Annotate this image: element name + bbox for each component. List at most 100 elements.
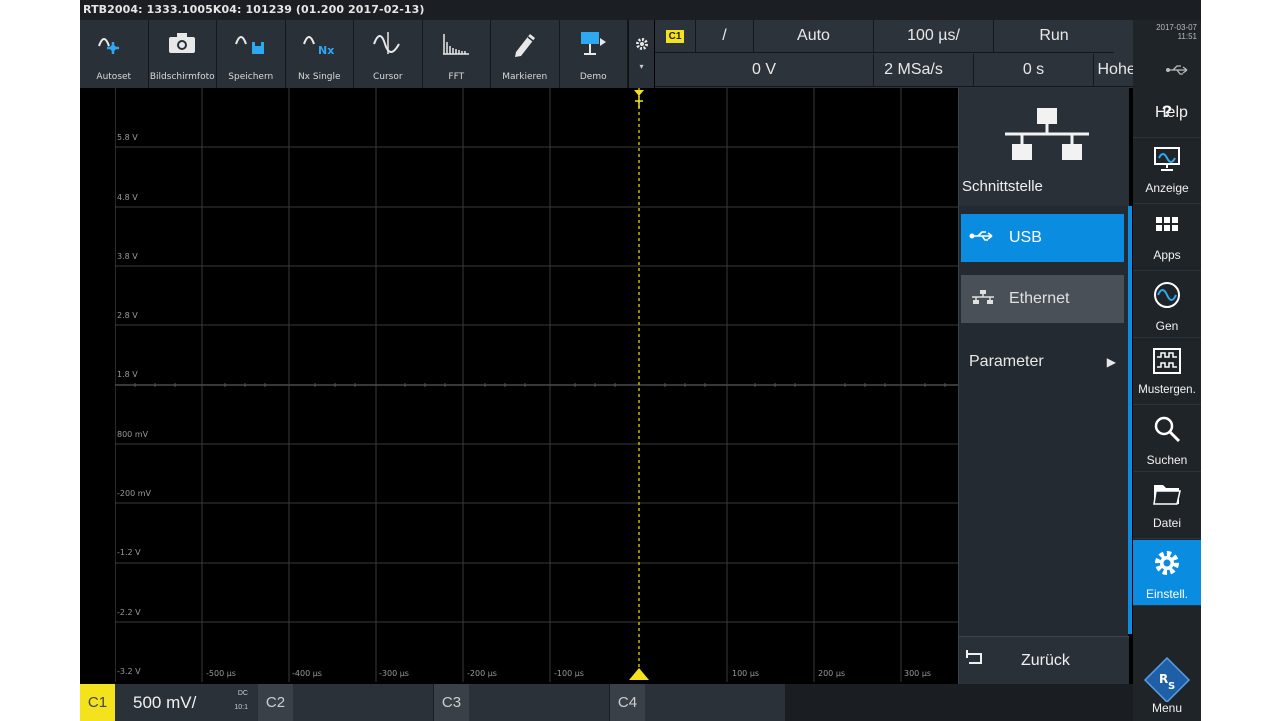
oscilloscope-screen: RTB2004: 1333.1005K04: 101239 (01.200 20…: [80, 0, 1201, 721]
pencil-icon: [510, 26, 540, 60]
channel-1-settings[interactable]: 500 mV/ DC 10:1: [115, 684, 258, 721]
x-axis-label: -500 µs: [206, 669, 236, 678]
chevron-right-icon: ▶: [1106, 355, 1116, 369]
channel-4-tag: C4: [610, 684, 645, 721]
channel-1-scale: 500 mV/: [133, 692, 197, 712]
run-state[interactable]: Run: [994, 20, 1114, 53]
demo-button[interactable]: Demo: [560, 20, 628, 88]
sample-rate[interactable]: 2 MSa/s: [854, 54, 974, 87]
gear-icon: [1152, 548, 1182, 583]
channel-1[interactable]: C1 500 mV/ DC 10:1: [80, 684, 258, 721]
back-button[interactable]: Zurück: [959, 636, 1129, 684]
side-menu: ? Help Anzeige Apps Gen Mustergen. Suche…: [1133, 88, 1201, 721]
apps-label: Apps: [1153, 248, 1181, 262]
y-axis-label: 5.8 V: [117, 133, 138, 142]
time-offset[interactable]: 0 s: [974, 54, 1094, 87]
channel-1-tag: C1: [80, 684, 115, 721]
display-label: Anzeige: [1145, 181, 1189, 195]
apps-button[interactable]: Apps: [1133, 205, 1201, 271]
back-label: Zurück: [1021, 651, 1070, 669]
fft-icon: [439, 26, 473, 60]
y-axis-label: -2.2 V: [117, 608, 141, 617]
menu-label: Menu: [1151, 701, 1183, 715]
y-axis-label: 4.8 V: [117, 193, 138, 202]
demo-icon: [578, 26, 608, 60]
mark-button[interactable]: Markieren: [491, 20, 560, 88]
channel-1-coupling: DC 10:1: [234, 690, 248, 711]
demo-label: Demo: [579, 72, 607, 82]
panel-title: Schnittstelle: [962, 178, 1043, 195]
settings-label: Einstell.: [1145, 587, 1189, 601]
rs-logo-icon: RS: [1142, 656, 1192, 707]
ethernet-label: Ethernet: [1009, 290, 1070, 307]
settings-button[interactable]: Einstell.: [1133, 540, 1201, 606]
camera-icon: [167, 26, 197, 60]
cursor-button[interactable]: Cursor: [354, 20, 423, 88]
date-time: 2017-03-07 11:51: [1156, 23, 1197, 41]
x-axis-label: -100 µs: [554, 669, 584, 678]
trigger-source[interactable]: C1: [655, 20, 696, 53]
nx-single-icon: Nx: [302, 26, 336, 60]
folder-icon: [1152, 481, 1182, 512]
generator-button[interactable]: Gen: [1133, 272, 1201, 338]
apps-grid-icon: [1154, 213, 1180, 244]
help-button[interactable]: ? Help: [1133, 88, 1201, 138]
nx-single-button[interactable]: Nx Nx Single: [286, 20, 354, 88]
usb-option[interactable]: USB: [961, 214, 1124, 262]
search-button[interactable]: Suchen: [1133, 406, 1201, 472]
y-axis-label: -1.2 V: [117, 548, 141, 557]
y-axis-label: -200 mV: [117, 489, 151, 498]
y-axis-label: 800 mV: [117, 430, 149, 439]
ethernet-icon: [969, 289, 997, 310]
generator-label: Gen: [1155, 319, 1179, 333]
svg-text:S: S: [1168, 681, 1175, 692]
screenshot-button[interactable]: Bildschirmfoto: [149, 20, 217, 88]
help-label: Help: [1155, 104, 1188, 121]
svg-text:R: R: [1159, 672, 1168, 686]
cursor-icon: [371, 26, 405, 60]
pattern-generator-icon: [1152, 347, 1182, 380]
usb-label: USB: [1009, 229, 1042, 246]
channel-3-tag: C3: [434, 684, 469, 721]
timebase[interactable]: 100 µs/: [874, 20, 994, 53]
search-icon: [1152, 414, 1182, 449]
y-axis-label: 3.8 V: [117, 252, 138, 261]
channel-3[interactable]: C3: [434, 684, 609, 721]
x-axis-label: 100 µs: [732, 669, 760, 678]
channel-2[interactable]: C2: [258, 684, 433, 721]
save-button[interactable]: Speichern: [217, 20, 286, 88]
menu-button[interactable]: RS Menu: [1133, 648, 1201, 721]
file-label: Datei: [1152, 516, 1181, 530]
channel-bar: C1 500 mV/ DC 10:1 C2 C3 C4: [80, 684, 1133, 721]
trigger-mode[interactable]: Auto: [754, 20, 874, 53]
fft-button[interactable]: FFT: [423, 20, 491, 88]
display-button[interactable]: Anzeige: [1133, 138, 1201, 204]
channel-2-tag: C2: [258, 684, 293, 721]
fft-label: FFT: [448, 72, 465, 82]
trigger-level[interactable]: 0 V: [655, 54, 874, 87]
toolbar-settings-button[interactable]: ▾: [628, 20, 654, 88]
file-button[interactable]: Datei: [1133, 473, 1201, 539]
search-label: Suchen: [1146, 453, 1188, 467]
screenshot-label: Bildschirmfoto: [149, 72, 215, 82]
parameter-label: Parameter: [969, 353, 1044, 370]
back-arrow-icon: [963, 650, 985, 671]
panel-header: Schnittstelle: [959, 88, 1129, 206]
usb-status-icon: [1165, 62, 1193, 80]
parameter-option[interactable]: Parameter ▶: [961, 338, 1124, 386]
autoset-label: Autoset: [96, 72, 132, 82]
waveform-grid[interactable]: [114, 88, 958, 682]
acquisition-info: C1 / Auto 100 µs/ Run 0 V 2 MSa/s 0 s Ho…: [655, 20, 1201, 88]
x-axis-label: 300 µs: [904, 669, 932, 678]
trigger-slope[interactable]: /: [696, 20, 754, 53]
pattern-generator-button[interactable]: Mustergen.: [1133, 339, 1201, 405]
ethernet-option[interactable]: Ethernet: [961, 275, 1124, 323]
x-axis-label: -300 µs: [379, 669, 409, 678]
generator-icon: [1152, 280, 1182, 315]
autoset-button[interactable]: Autoset: [80, 20, 149, 88]
gear-icon: [635, 37, 649, 56]
y-axis-label: -3.2 V: [117, 667, 141, 676]
channel-4[interactable]: C4: [610, 684, 785, 721]
y-axis-label: 1.8 V: [117, 370, 138, 379]
usb-icon: [969, 229, 997, 247]
